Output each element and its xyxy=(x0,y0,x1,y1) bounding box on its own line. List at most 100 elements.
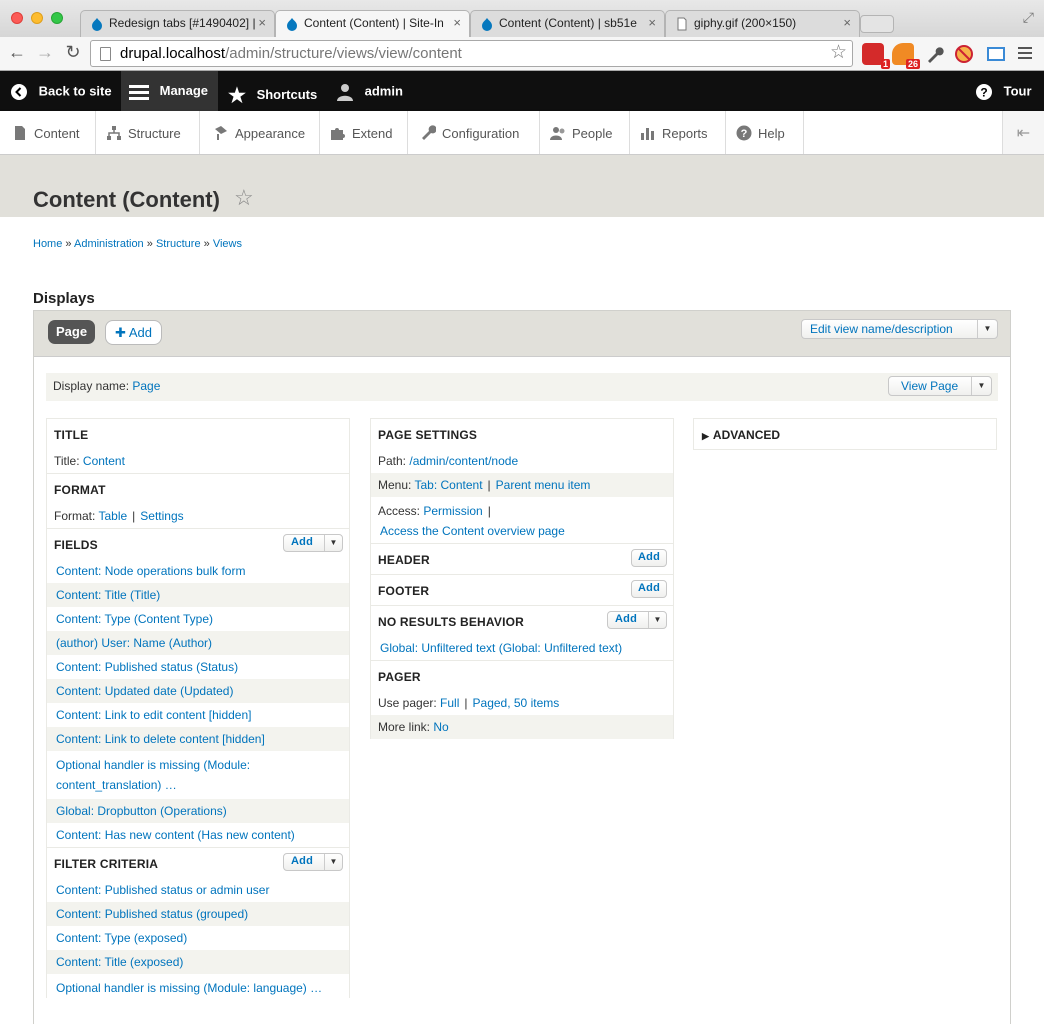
chevron-down-icon[interactable]: ▼ xyxy=(324,854,342,870)
filter-row[interactable]: Optional handler is missing (Module: lan… xyxy=(47,974,349,998)
browser-tab-active[interactable]: Content (Content) | Site-In × xyxy=(275,10,470,37)
field-row[interactable]: Content: Node operations bulk form xyxy=(47,559,349,583)
bookmark-star-icon[interactable]: ☆ xyxy=(830,41,847,64)
filter-link[interactable]: Content: Published status (grouped) xyxy=(56,907,248,921)
breadcrumb-home[interactable]: Home xyxy=(33,238,62,250)
close-tab-icon[interactable]: × xyxy=(453,15,461,30)
tray-item-help[interactable]: ? Help xyxy=(726,111,804,154)
field-link[interactable]: Content: Title (Title) xyxy=(56,588,160,602)
field-link[interactable]: Optional handler is missing (Module: con… xyxy=(56,755,286,795)
field-link[interactable]: Content: Type (Content Type) xyxy=(56,612,213,626)
breadcrumb-views[interactable]: Views xyxy=(213,238,242,250)
filter-row[interactable]: Content: Published status (grouped) xyxy=(47,902,349,926)
back-to-site-link[interactable]: Back to site xyxy=(10,71,112,111)
chevron-down-icon[interactable]: ▼ xyxy=(971,377,991,395)
field-row[interactable]: Content: Type (Content Type) xyxy=(47,607,349,631)
format-value-link[interactable]: Table xyxy=(98,509,127,523)
view-page-dropbutton[interactable]: View Page ▼ xyxy=(888,376,992,396)
field-link[interactable]: Content: Link to delete content [hidden] xyxy=(56,732,265,746)
close-tab-icon[interactable]: × xyxy=(843,15,851,30)
breadcrumb-structure[interactable]: Structure xyxy=(156,238,201,250)
chevron-down-icon[interactable]: ▼ xyxy=(324,535,342,551)
collapse-tray-button[interactable]: ⇤ xyxy=(1002,111,1044,154)
title-value-link[interactable]: Content xyxy=(83,454,125,468)
access-link[interactable]: Permission xyxy=(423,504,482,518)
tray-item-appearance[interactable]: Appearance xyxy=(200,111,320,154)
shortcut-star-icon[interactable]: ☆ xyxy=(234,185,254,211)
field-link[interactable]: Content: Updated date (Updated) xyxy=(56,684,233,698)
pager-items-link[interactable]: Paged, 50 items xyxy=(473,696,560,710)
access-detail-link[interactable]: Access the Content overview page xyxy=(378,524,565,538)
chevron-down-icon[interactable]: ▼ xyxy=(977,320,997,338)
tour-button[interactable]: ? Tour xyxy=(975,71,1032,111)
filter-link[interactable]: Content: Published status or admin user xyxy=(56,883,269,897)
user-tab[interactable]: admin xyxy=(336,71,403,111)
tray-item-reports[interactable]: Reports xyxy=(630,111,726,154)
minimize-window-button[interactable] xyxy=(31,12,43,24)
field-row[interactable]: Content: Published status (Status) xyxy=(47,655,349,679)
field-row[interactable]: Content: Title (Title) xyxy=(47,583,349,607)
chevron-down-icon[interactable]: ▼ xyxy=(648,612,666,628)
extension-icon[interactable]: 1 xyxy=(862,43,890,69)
back-arrow-icon[interactable]: ← xyxy=(6,42,28,63)
menu-link[interactable]: Tab: Content xyxy=(414,478,482,492)
wrench-icon[interactable] xyxy=(924,43,946,65)
filter-row[interactable]: Content: Type (exposed) xyxy=(47,926,349,950)
more-link-value[interactable]: No xyxy=(433,720,448,734)
field-row[interactable]: Content: Link to delete content [hidden] xyxy=(47,727,349,751)
field-link[interactable]: Content: Has new content (Has new conten… xyxy=(56,828,295,842)
footer-add-button[interactable]: Add xyxy=(631,580,667,598)
tray-item-people[interactable]: People xyxy=(540,111,630,154)
rss-icon[interactable]: 26 xyxy=(892,43,920,69)
close-tab-icon[interactable]: × xyxy=(648,15,656,30)
field-row[interactable]: Content: Link to edit content [hidden] xyxy=(47,703,349,727)
field-link[interactable]: Content: Node operations bulk form xyxy=(56,564,245,578)
field-row[interactable]: (author) User: Name (Author) xyxy=(47,631,349,655)
header-add-button[interactable]: Add xyxy=(631,549,667,567)
manage-tab[interactable]: Manage xyxy=(121,71,218,111)
display-tab-page[interactable]: Page xyxy=(48,320,96,344)
field-row[interactable]: Content: Has new content (Has new conten… xyxy=(47,823,349,847)
browser-tab[interactable]: Redesign tabs [#1490402] | × xyxy=(80,10,275,37)
display-name-link[interactable]: Page xyxy=(132,379,160,393)
field-row[interactable]: Global: Dropbutton (Operations) xyxy=(47,799,349,823)
field-link[interactable]: Content: Published status (Status) xyxy=(56,660,238,674)
path-link[interactable]: /admin/content/node xyxy=(409,454,518,468)
fields-add-dropbutton[interactable]: Add ▼ xyxy=(283,534,343,552)
use-pager-link[interactable]: Full xyxy=(440,696,459,710)
advanced-toggle[interactable]: ▶ ADVANCED xyxy=(693,418,997,450)
filter-add-dropbutton[interactable]: Add ▼ xyxy=(283,853,343,871)
filter-row[interactable]: Content: Title (exposed) xyxy=(47,950,349,974)
filter-link[interactable]: Content: Title (exposed) xyxy=(56,955,183,969)
breadcrumb-administration[interactable]: Administration xyxy=(74,238,144,250)
parent-menu-link[interactable]: Parent menu item xyxy=(496,478,591,492)
forward-arrow-icon[interactable]: → xyxy=(34,42,56,63)
shortcuts-tab[interactable]: ★ Shortcuts xyxy=(228,71,317,111)
tray-item-content[interactable]: Content xyxy=(0,111,96,154)
menu-icon[interactable] xyxy=(1018,47,1032,62)
tray-item-extend[interactable]: Extend xyxy=(320,111,408,154)
reload-icon[interactable]: ↻ xyxy=(62,42,84,63)
new-tab-button[interactable] xyxy=(860,15,894,33)
zoom-window-button[interactable] xyxy=(51,12,63,24)
filter-link[interactable]: Optional handler is missing (Module: lan… xyxy=(56,978,341,998)
field-row[interactable]: Optional handler is missing (Module: con… xyxy=(47,751,349,799)
close-window-button[interactable] xyxy=(11,12,23,24)
tray-item-structure[interactable]: Structure xyxy=(96,111,200,154)
field-link[interactable]: Global: Dropbutton (Operations) xyxy=(56,804,227,818)
no-results-link[interactable]: Global: Unfiltered text (Global: Unfilte… xyxy=(380,641,622,655)
field-link[interactable]: (author) User: Name (Author) xyxy=(56,636,212,650)
browser-tab[interactable]: Content (Content) | sb51e × xyxy=(470,10,665,37)
url-input[interactable]: drupal.localhost/admin/structure/views/v… xyxy=(90,40,853,67)
field-link[interactable]: Content: Link to edit content [hidden] xyxy=(56,708,251,722)
window-icon[interactable] xyxy=(985,43,1007,65)
filter-row[interactable]: Content: Published status or admin user xyxy=(47,878,349,902)
no-results-row[interactable]: Global: Unfiltered text (Global: Unfilte… xyxy=(371,636,673,660)
add-display-button[interactable]: ✚ Add xyxy=(105,320,162,345)
close-tab-icon[interactable]: × xyxy=(258,15,266,30)
block-icon[interactable] xyxy=(953,43,975,65)
tray-item-configuration[interactable]: Configuration xyxy=(408,111,540,154)
field-row[interactable]: Content: Updated date (Updated) xyxy=(47,679,349,703)
filter-link[interactable]: Content: Type (exposed) xyxy=(56,931,187,945)
browser-tab[interactable]: giphy.gif (200×150) × xyxy=(665,10,860,37)
